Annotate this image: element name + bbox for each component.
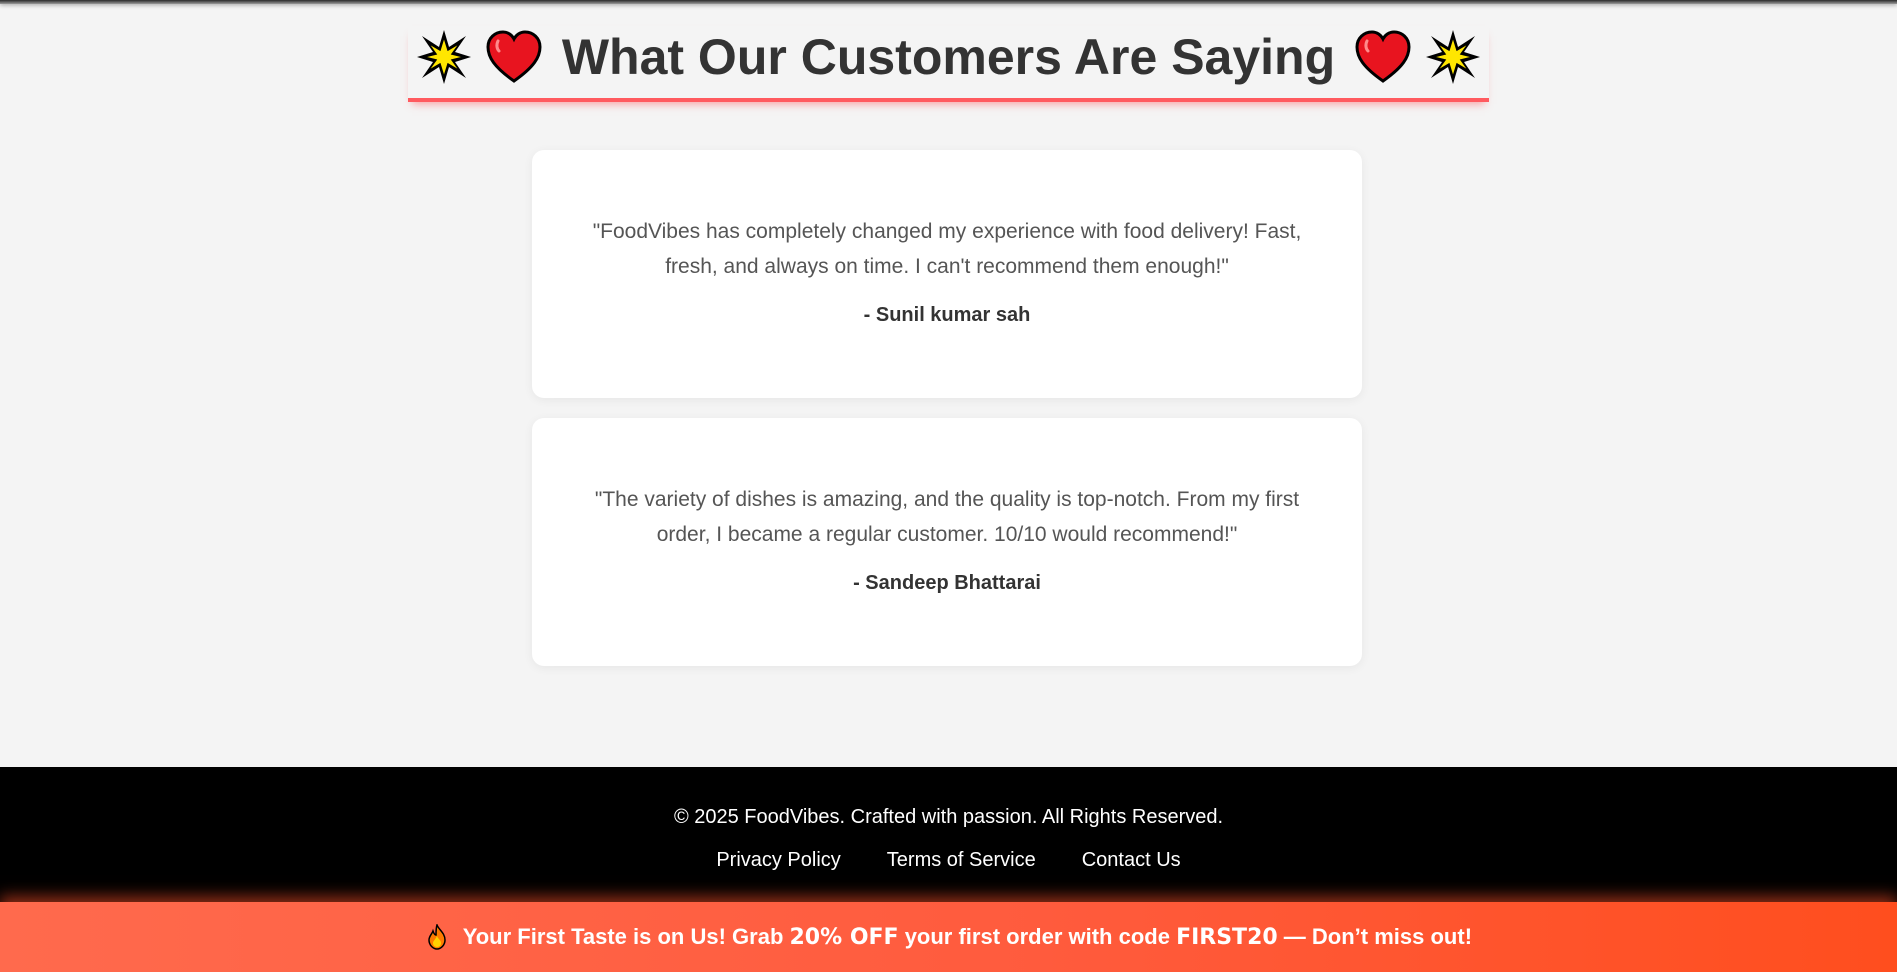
page: What Our Customers Are Saying "FoodVibes… [0,0,1897,972]
heart-icon [486,30,542,83]
promo-code: FIRST20 [1176,924,1278,950]
testimonial-author: - Sunil kumar sah [863,304,1031,326]
fire-icon [428,924,446,950]
promo-text: — Don’t miss out! [1277,924,1473,949]
promo-text: your first order with code [898,924,1177,949]
testimonial-card: "FoodVibes has completely changed my exp… [532,150,1362,398]
testimonial-author: - Sandeep Bhattarai [853,572,1041,594]
section-title-text: What Our Customers Are Saying [561,29,1336,85]
testimonial-quote: "FoodVibes has completely changed my exp… [592,220,1302,278]
footer-copyright: © 2025 FoodVibes. Crafted with passion. … [673,806,1224,828]
heart-icon [1355,30,1411,83]
footer: © 2025 FoodVibes. Crafted with passion. … [0,767,1897,902]
sparkle-icon [416,30,471,84]
footer-nav: Privacy Policy Terms of Service Contact … [0,848,1897,872]
testimonial-quote: "The variety of dishes is amazing, and t… [594,488,1300,546]
contact-us-link[interactable]: Contact Us [1082,848,1181,872]
testimonial-card: "The variety of dishes is amazing, and t… [532,418,1362,666]
terms-of-service-link[interactable]: Terms of Service [887,848,1036,872]
sparkle-icon [1426,30,1481,84]
promo-text: Your First Taste is on Us! Grab [456,924,790,949]
header-shadow-edge [0,0,1897,4]
promo-banner[interactable]: Your First Taste is on Us! Grab 20% OFF … [0,902,1897,972]
section-title: What Our Customers Are Saying [407,26,1490,102]
promo-discount: 20% OFF [789,924,899,950]
privacy-policy-link[interactable]: Privacy Policy [716,848,840,872]
